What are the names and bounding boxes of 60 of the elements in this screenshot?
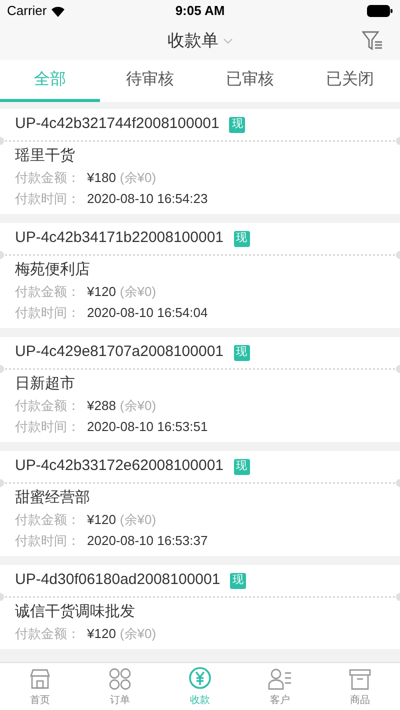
amount-label: 付款金额：: [15, 283, 81, 300]
yen-icon: [187, 666, 213, 692]
payment-card[interactable]: UP-4c429e81707a2008100001 现 日新超市 付款金额： ¥288 (余¥0) 付款时间： 2020-08-10 16:53:51: [0, 337, 400, 442]
carrier-label: Carrier: [7, 2, 47, 20]
title-dropdown[interactable]: 收款单: [168, 28, 232, 54]
payment-card[interactable]: UP-4c42b321744f2008100001 现 瑶里干货 付款金额： ¥180 (余¥0) 付款时间： 2020-08-10 16:54:23: [0, 109, 400, 214]
cash-badge: 现: [230, 572, 246, 588]
payment-card[interactable]: UP-4c42b33172e62008100001 现 甜蜜经营部 付款金额： ¥120 (余¥0) 付款时间： 2020-08-10 16:53:37: [0, 451, 400, 556]
amount-label: 付款金额：: [15, 397, 81, 414]
store-name: 甜蜜经营部: [15, 489, 91, 507]
payment-number: UP-4d30f06180ad2008100001: [15, 570, 220, 590]
amount-label: 付款金额：: [15, 169, 81, 186]
filter-icon: [362, 31, 384, 51]
store-name: 梅苑便利店: [15, 261, 91, 279]
status-time: 9:05 AM: [175, 2, 225, 20]
cash-badge: 现: [229, 116, 246, 132]
amount-value: ¥288: [87, 397, 116, 414]
remainder-value: (余¥0): [120, 511, 156, 528]
amount-value: ¥120: [87, 283, 116, 300]
amount-value: ¥120: [87, 625, 116, 642]
amount-label: 付款金额：: [15, 511, 81, 528]
amount-value: ¥180: [87, 169, 116, 186]
remainder-value: (余¥0): [120, 169, 156, 186]
remainder-value: (余¥0): [120, 397, 156, 414]
time-label: 付款时间：: [15, 418, 81, 435]
amount-label: 付款金额：: [15, 625, 81, 642]
payment-card[interactable]: UP-4d30f06180ad2008100001 现 诚信干货调味批发 付款金额： ¥120 (余¥0): [0, 565, 400, 649]
filter-tab[interactable]: 已关闭: [300, 60, 400, 102]
payment-time: 2020-08-10 16:54:23: [87, 190, 208, 207]
battery-icon: [367, 5, 393, 17]
cash-badge: 现: [234, 230, 250, 246]
tab-bar-item[interactable]: 首页: [0, 663, 80, 710]
time-label: 付款时间：: [15, 532, 81, 549]
filter-tab[interactable]: 已审核: [200, 60, 300, 102]
payment-time: 2020-08-10 16:53:51: [87, 418, 208, 435]
cash-badge: 现: [234, 344, 250, 360]
payment-number: UP-4c42b33172e62008100001: [15, 456, 224, 476]
filter-button[interactable]: [362, 30, 384, 52]
filter-tab[interactable]: 待审核: [100, 60, 200, 102]
time-label: 付款时间：: [15, 190, 81, 207]
store-name: 诚信干货调味批发: [15, 603, 136, 621]
tab-bar-item[interactable]: 客户: [240, 663, 320, 710]
payment-time: 2020-08-10 16:54:04: [87, 304, 208, 321]
payment-number: UP-4c429e81707a2008100001: [15, 342, 224, 362]
tab-bar-item[interactable]: 订单: [80, 663, 160, 710]
amount-value: ¥120: [87, 511, 116, 528]
payment-number: UP-4c42b321744f2008100001: [15, 114, 220, 134]
tab-bar-item[interactable]: 商品: [320, 663, 400, 710]
payment-card[interactable]: UP-4c42b34171b22008100001 现 梅苑便利店 付款金额： ¥120 (余¥0) 付款时间： 2020-08-10 16:54:04: [0, 223, 400, 328]
cash-badge: 现: [234, 458, 250, 474]
remainder-value: (余¥0): [120, 625, 156, 642]
wifi-icon: [50, 6, 65, 16]
remainder-value: (余¥0): [120, 283, 156, 300]
payment-time: 2020-08-10 16:53:37: [87, 532, 208, 549]
payment-number: UP-4c42b34171b22008100001: [15, 228, 224, 248]
store-name: 日新超市: [15, 375, 76, 393]
store-name: 瑶里干货: [15, 147, 76, 165]
time-label: 付款时间：: [15, 304, 81, 321]
clover-icon: [107, 666, 133, 692]
chevron-down-icon: [222, 38, 232, 44]
